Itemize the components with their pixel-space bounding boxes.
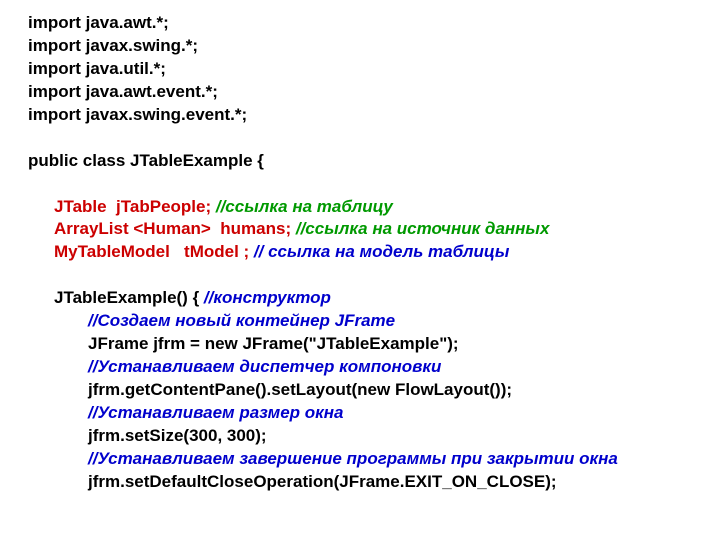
code-line: jfrm.setSize(300, 300); xyxy=(88,426,267,445)
blank-line xyxy=(28,265,33,284)
code-comment: //конструктор xyxy=(199,288,331,307)
code-line: import java.awt.*; xyxy=(28,13,169,32)
code-comment: //Устанавливаем завершение программы при… xyxy=(88,449,618,468)
blank-line xyxy=(28,174,33,193)
code-comment: //Устанавливаем размер окна xyxy=(88,403,344,422)
code-field: humans; xyxy=(211,219,291,238)
code-comment: //Создаем новый контейнер JFrame xyxy=(88,311,395,330)
code-comment: // ссылка на модель таблицы xyxy=(249,242,509,261)
code-block: import java.awt.*; import javax.swing.*;… xyxy=(0,0,720,494)
code-field: JTable jTabPeople; xyxy=(54,197,211,216)
code-field: ArrayList <Human> xyxy=(54,219,211,238)
code-line: jfrm.setDefaultCloseOperation(JFrame.EXI… xyxy=(88,472,557,491)
code-line: import javax.swing.event.*; xyxy=(28,105,247,124)
code-line: JTableExample() { xyxy=(54,288,199,307)
code-comment: //ссылка на источник данных xyxy=(291,219,549,238)
code-comment: //Устанавливаем диспетчер компоновки xyxy=(88,357,441,376)
code-line: import java.util.*; xyxy=(28,59,166,78)
code-line: jfrm.getContentPane().setLayout(new Flow… xyxy=(88,380,512,399)
code-line: public class JTableExample { xyxy=(28,151,264,170)
code-line: import javax.swing.*; xyxy=(28,36,198,55)
code-line: JFrame jfrm = new JFrame("JTableExample"… xyxy=(88,334,459,353)
code-field: MyTableModel tModel ; xyxy=(54,242,249,261)
code-line: import java.awt.event.*; xyxy=(28,82,218,101)
code-comment: //ссылка на таблицу xyxy=(211,197,393,216)
blank-line xyxy=(28,128,33,147)
